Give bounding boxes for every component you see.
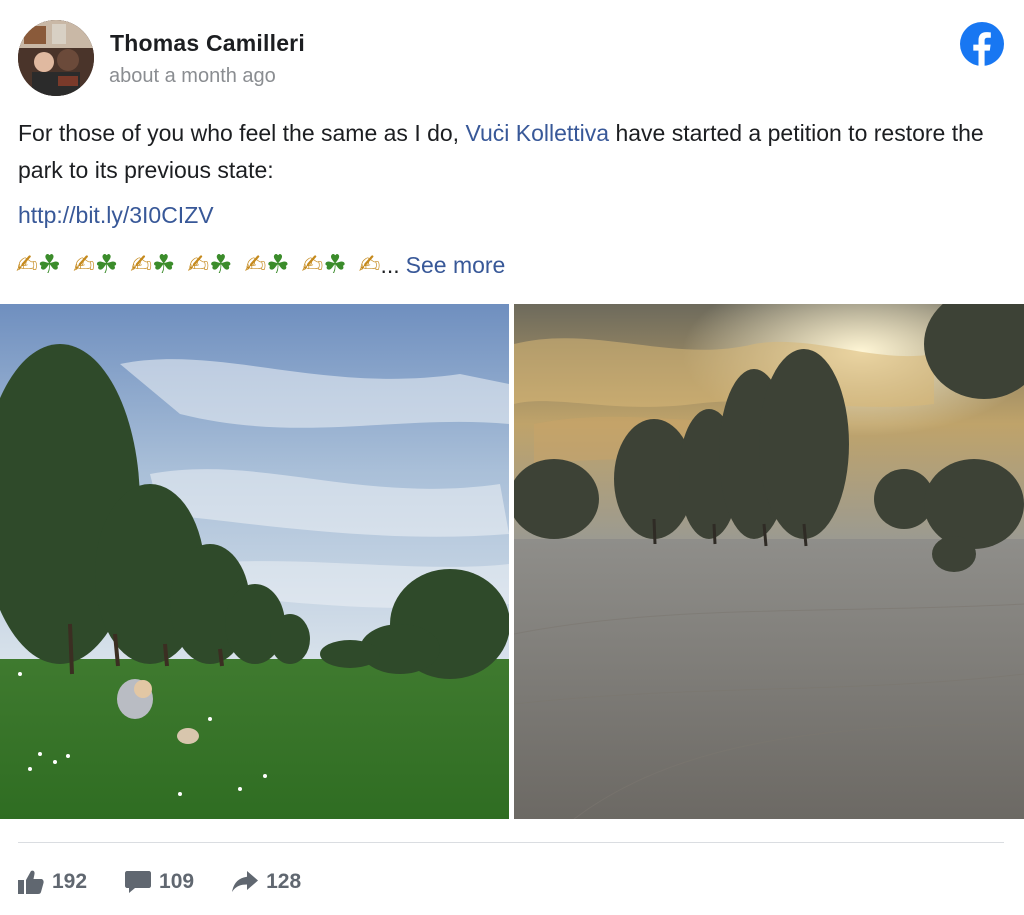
shamrock-emoji: ☘: [152, 250, 176, 280]
writing-hand-emoji: ✍: [73, 250, 95, 280]
divider: [18, 842, 1004, 843]
petition-link[interactable]: http://bit.ly/3I0CIZV: [18, 202, 214, 229]
shamrock-emoji: ☘: [209, 250, 233, 280]
writing-hand-emoji: ✍: [301, 250, 324, 280]
shamrock-emoji: ☘: [37, 250, 62, 280]
likes-count: 192: [52, 870, 88, 893]
emoji-sequence: ✍☘ ✍☘ ✍☘ ✍☘ ✍☘ ✍☘ ✍: [16, 250, 381, 280]
emoji-line: ✍☘ ✍☘ ✍☘ ✍☘ ✍☘ ✍☘ ✍... See more: [16, 248, 505, 282]
ellipsis: ...: [380, 252, 400, 278]
engagement-stats: 192 109 128: [18, 862, 339, 902]
post-header: Thomas Camilleri about a month ago: [18, 20, 1006, 100]
comment-icon: [125, 871, 152, 893]
likes-stat[interactable]: 192: [18, 870, 87, 894]
comments-stat[interactable]: 109: [125, 870, 194, 894]
writing-hand-emoji: ✍: [187, 250, 210, 280]
share-arrow-icon: [232, 871, 259, 892]
post-text-before: For those of you who feel the same as I …: [18, 120, 466, 146]
photo-grid: [0, 304, 1024, 819]
shamrock-emoji: ☘: [266, 250, 290, 280]
avatar[interactable]: [18, 20, 94, 96]
writing-hand-emoji: ✍: [358, 250, 381, 280]
writing-hand-emoji: ✍: [130, 250, 153, 280]
photo-green-park[interactable]: [0, 304, 509, 819]
facebook-icon[interactable]: [960, 22, 1004, 66]
photo-dirt-park[interactable]: [514, 304, 1024, 819]
shamrock-emoji: ☘: [94, 250, 119, 280]
author-name[interactable]: Thomas Camilleri: [110, 30, 305, 57]
see-more-button[interactable]: See more: [406, 252, 506, 278]
mention-link[interactable]: Vuċi Kollettiva: [465, 120, 609, 146]
writing-hand-emoji: ✍: [16, 250, 38, 280]
thumbs-up-icon: [18, 870, 44, 894]
writing-hand-emoji: ✍: [244, 250, 267, 280]
comments-count: 109: [159, 870, 195, 893]
post-body: For those of you who feel the same as I …: [18, 115, 1008, 189]
shares-count: 128: [266, 870, 302, 893]
post-timestamp[interactable]: about a month ago: [109, 65, 276, 88]
shamrock-emoji: ☘: [323, 250, 347, 280]
shares-stat[interactable]: 128: [232, 870, 301, 894]
